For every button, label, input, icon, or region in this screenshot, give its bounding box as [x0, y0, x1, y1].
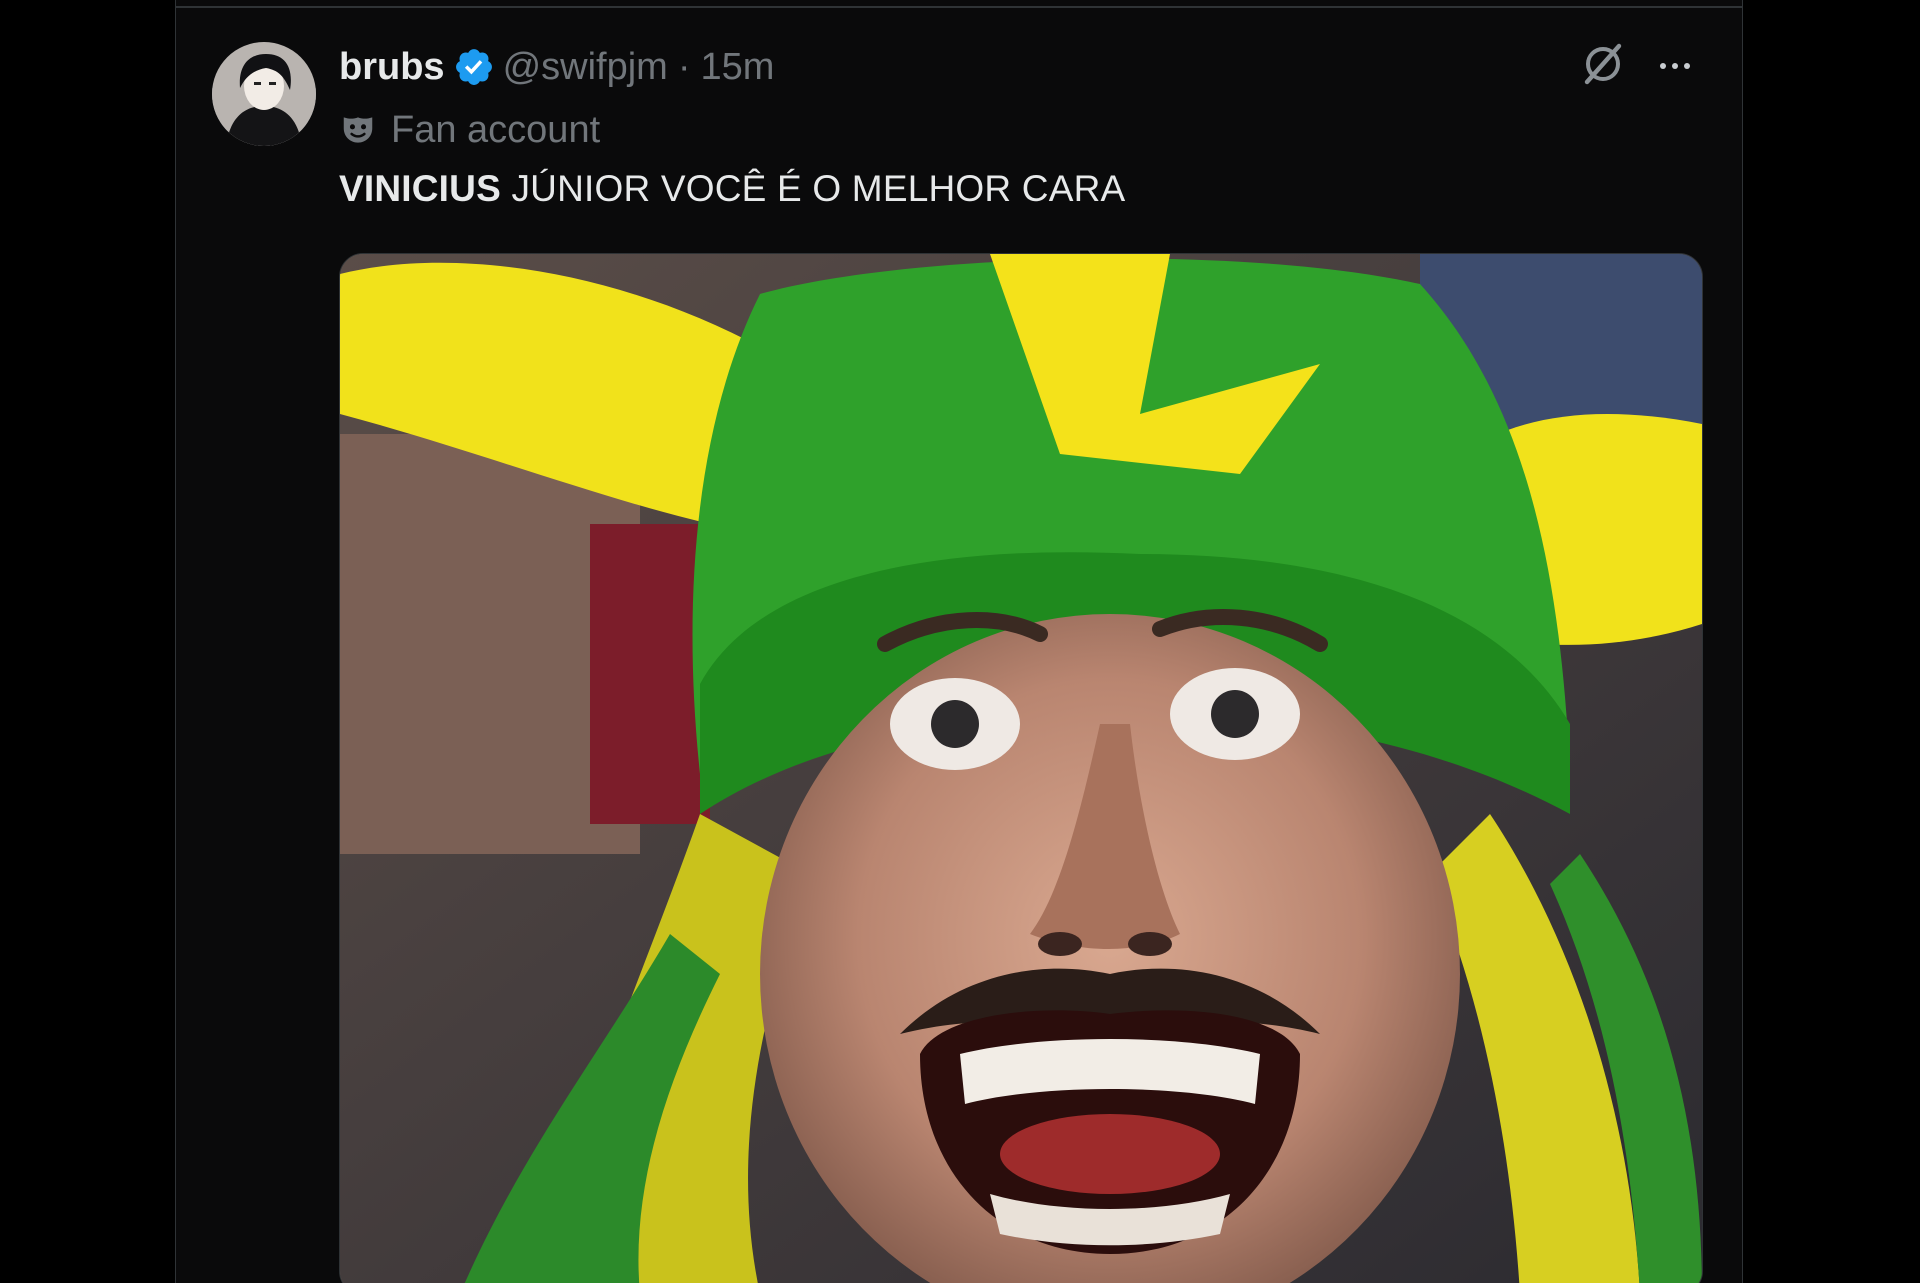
more-icon[interactable] — [1651, 42, 1699, 90]
page: brubs @swifpjm · 15m Fan account VINICIU… — [0, 0, 1920, 1283]
account-label: Fan account — [339, 104, 600, 156]
display-name[interactable]: brubs — [339, 46, 445, 89]
more-dot — [1684, 63, 1690, 69]
grok-icon[interactable] — [1579, 40, 1627, 88]
verified-badge-icon — [453, 46, 495, 88]
avatar-image — [212, 42, 316, 146]
more-dot — [1660, 63, 1666, 69]
handle[interactable]: @swifpjm — [503, 46, 668, 89]
timeline-column: brubs @swifpjm · 15m Fan account VINICIU… — [175, 0, 1743, 1283]
avatar[interactable] — [212, 42, 316, 146]
timestamp[interactable]: 15m — [700, 46, 774, 89]
fan-account-label: Fan account — [391, 108, 601, 151]
tweet-header: brubs @swifpjm · 15m — [339, 40, 774, 94]
separator-dot: · — [677, 45, 691, 88]
divider — [176, 6, 1742, 8]
tweet-text-bold: VINICIUS — [339, 168, 501, 209]
tweet-text: VINICIUS JÚNIOR VOCÊ É O MELHOR CARA — [339, 168, 1125, 210]
more-dot — [1672, 63, 1678, 69]
tweet-media[interactable] — [339, 253, 1703, 1283]
mask-icon — [339, 111, 377, 149]
tweet-text-rest: JÚNIOR VOCÊ É O MELHOR CARA — [500, 168, 1126, 209]
media-image — [340, 254, 1702, 1283]
